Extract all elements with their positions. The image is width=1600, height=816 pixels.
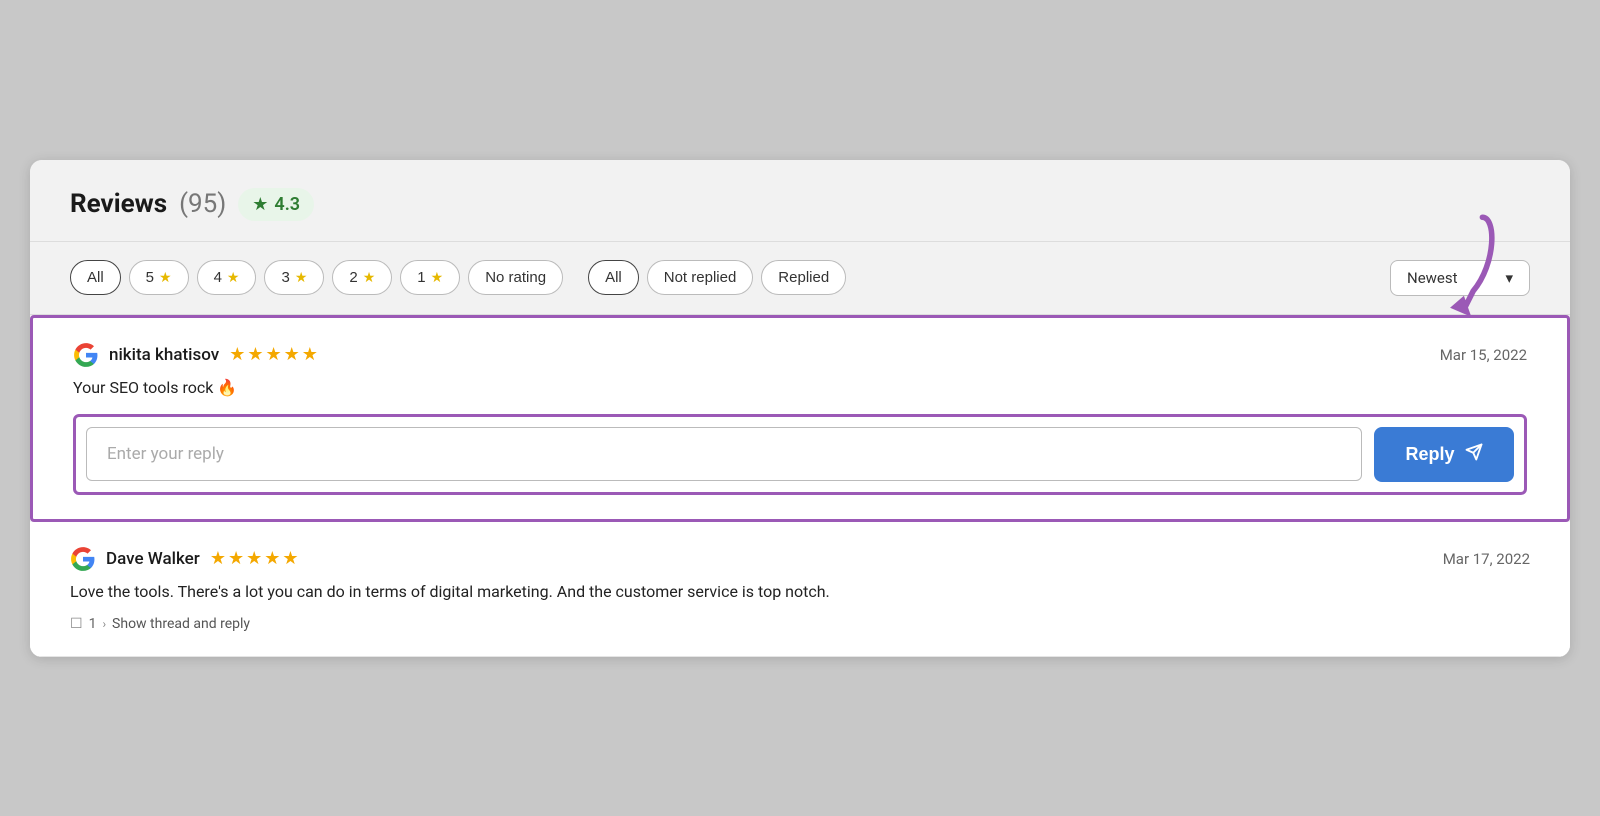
review-item-1: nikita khatisov ★ ★ ★ ★ ★ Mar 15, 2022 Y…: [30, 315, 1570, 522]
filter-1-star-label: 1: [417, 269, 425, 286]
filter-all-rating[interactable]: All: [70, 260, 121, 295]
reply-button-label: Reply: [1405, 444, 1454, 465]
reviews-title: Reviews (95) ★ 4.3: [70, 188, 1530, 221]
star-2-1: ★: [210, 548, 226, 569]
review-date-2: Mar 17, 2022: [1443, 550, 1530, 568]
reviewer-info-2: Dave Walker ★ ★ ★ ★ ★: [70, 546, 299, 572]
thread-link-label: Show thread and reply: [112, 616, 250, 632]
rating-badge: ★ 4.3: [238, 188, 314, 221]
google-logo-1: [73, 342, 99, 368]
filter-replied[interactable]: Replied: [761, 260, 846, 295]
reviewer-name-2: Dave Walker: [106, 549, 200, 569]
star-2-3: ★: [246, 548, 262, 569]
review-text-2: Love the tools. There's a lot you can do…: [70, 580, 1530, 604]
star-icon-3: ★: [295, 269, 308, 286]
filter-5-star[interactable]: 5 ★: [129, 260, 189, 295]
stars-2: ★ ★ ★ ★ ★: [210, 548, 299, 569]
filter-no-rating-label: No rating: [485, 269, 546, 286]
filter-all-rating-label: All: [87, 269, 104, 286]
stars-1: ★ ★ ★ ★ ★: [229, 344, 318, 365]
review-item-2: Dave Walker ★ ★ ★ ★ ★ Mar 17, 2022 Love …: [30, 522, 1570, 657]
star-icon-5: ★: [159, 269, 172, 286]
filter-no-rating[interactable]: No rating: [468, 260, 563, 295]
star-icon-2: ★: [363, 269, 376, 286]
filter-not-replied-label: Not replied: [664, 269, 737, 286]
filter-3-star[interactable]: 3 ★: [264, 260, 324, 295]
filter-divider: [575, 264, 576, 292]
reviews-panel: Reviews (95) ★ 4.3 All 5 ★ 4 ★ 3 ★ 2 ★: [30, 160, 1570, 657]
star-icon-1: ★: [431, 269, 444, 286]
reviews-count: (95): [179, 189, 226, 219]
star-2-2: ★: [228, 548, 244, 569]
star-2-4: ★: [264, 548, 280, 569]
reviewer-info-1: nikita khatisov ★ ★ ★ ★ ★: [73, 342, 318, 368]
filter-4-star[interactable]: 4 ★: [197, 260, 257, 295]
rating-star-icon: ★: [252, 194, 268, 215]
filter-all-reply-label: All: [605, 269, 622, 286]
star-2-5: ★: [282, 548, 298, 569]
star-1-4: ★: [284, 344, 300, 365]
star-1-1: ★: [229, 344, 245, 365]
review-text-1: Your SEO tools rock 🔥: [73, 376, 1527, 400]
filter-all-reply[interactable]: All: [588, 260, 639, 295]
google-logo-2: [70, 546, 96, 572]
reviewer-name-1: nikita khatisov: [109, 345, 219, 365]
reply-button-1[interactable]: Reply: [1374, 427, 1514, 482]
star-1-2: ★: [247, 344, 263, 365]
filter-3-star-label: 3: [281, 269, 289, 286]
chevron-right-icon: ›: [102, 617, 106, 631]
filter-4-star-label: 4: [214, 269, 222, 286]
reply-area-1: Reply: [73, 414, 1527, 495]
filter-replied-label: Replied: [778, 269, 829, 286]
thread-link-2[interactable]: ☐ 1 › Show thread and reply: [70, 616, 1530, 632]
filter-5-star-label: 5: [146, 269, 154, 286]
arrow-annotation: [1347, 208, 1507, 328]
rating-number: 4.3: [274, 194, 300, 215]
filter-bar: All 5 ★ 4 ★ 3 ★ 2 ★ 1 ★ No rating All: [30, 242, 1570, 315]
review-date-1: Mar 15, 2022: [1440, 346, 1527, 364]
star-1-3: ★: [266, 344, 282, 365]
reviews-list: nikita khatisov ★ ★ ★ ★ ★ Mar 15, 2022 Y…: [30, 315, 1570, 657]
panel-header: Reviews (95) ★ 4.3: [30, 160, 1570, 242]
chat-icon: ☐: [70, 616, 83, 632]
review-header-2: Dave Walker ★ ★ ★ ★ ★ Mar 17, 2022: [70, 546, 1530, 572]
review-header-1: nikita khatisov ★ ★ ★ ★ ★ Mar 15, 2022: [73, 342, 1527, 368]
filter-not-replied[interactable]: Not replied: [647, 260, 754, 295]
filter-2-star[interactable]: 2 ★: [332, 260, 392, 295]
reviews-title-text: Reviews: [70, 189, 167, 219]
filter-2-star-label: 2: [349, 269, 357, 286]
filter-1-star[interactable]: 1 ★: [400, 260, 460, 295]
reply-input-1[interactable]: [86, 427, 1362, 481]
star-1-5: ★: [302, 344, 318, 365]
star-icon-4: ★: [227, 269, 240, 286]
thread-count: 1: [89, 616, 97, 632]
send-icon: [1465, 443, 1483, 466]
